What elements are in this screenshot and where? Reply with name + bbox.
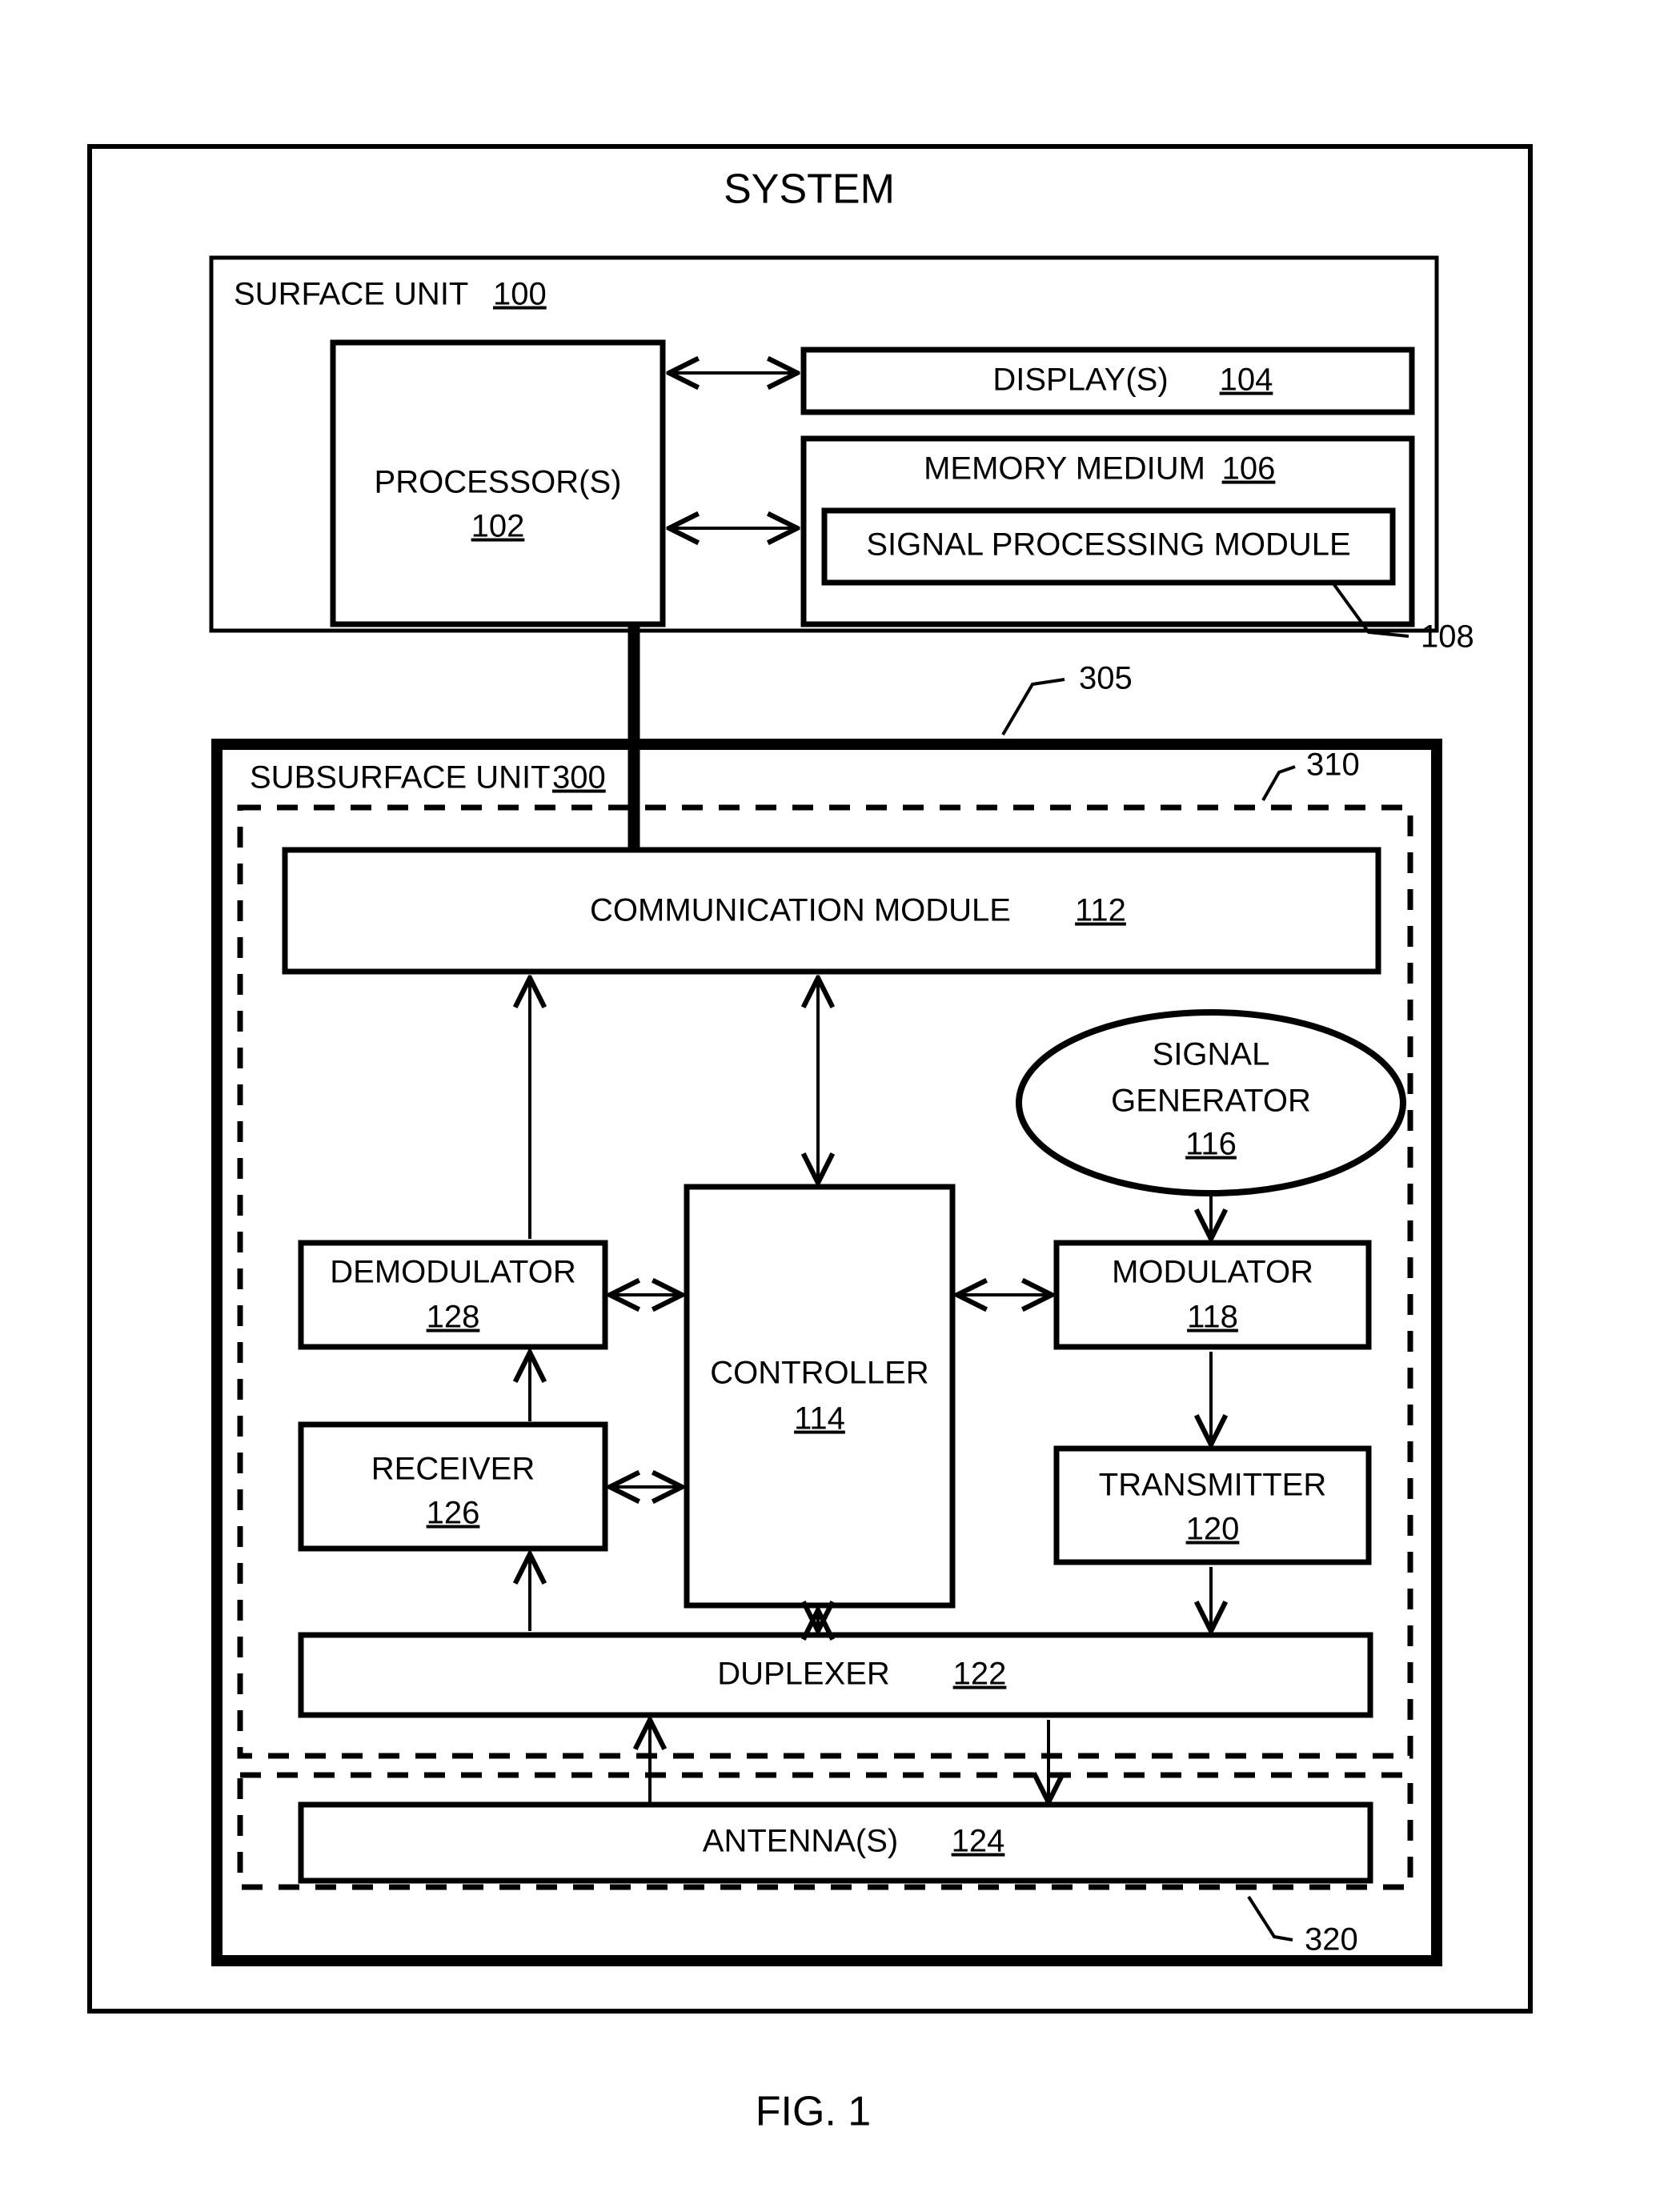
figure-title: SYSTEM: [724, 166, 895, 213]
display-label: DISPLAY(S): [992, 363, 1168, 398]
surface-unit-label: SURFACE UNIT: [234, 277, 468, 312]
patent-figure-diagram: SYSTEM SURFACE UNIT 100 PROCESSOR(S) 102…: [87, 144, 1533, 2135]
receiver-ref: 126: [427, 1496, 480, 1531]
controller-block: [684, 1184, 956, 1609]
region-320-ref: 320: [1305, 1922, 1358, 1958]
display-ref: 104: [1220, 363, 1273, 398]
subsurface-unit-label: SUBSURFACE UNIT: [250, 760, 551, 795]
surface-unit-ref: 100: [493, 277, 547, 312]
memory-medium-ref: 106: [1222, 451, 1276, 487]
antenna-label: ANTENNA(S): [703, 1824, 898, 1859]
processor-label: PROCESSOR(S): [375, 465, 622, 500]
region-310-ref: 310: [1306, 747, 1360, 783]
modulator-label: MODULATOR: [1112, 1255, 1313, 1290]
communication-module-ref: 112: [1075, 893, 1126, 928]
enclosure-305-ref: 305: [1079, 661, 1133, 696]
demodulator-label: DEMODULATOR: [330, 1255, 575, 1290]
duplexer-label: DUPLEXER: [717, 1657, 890, 1692]
subsurface-unit-ref: 300: [552, 760, 606, 795]
controller-label: CONTROLLER: [710, 1356, 928, 1391]
transmitter-label: TRANSMITTER: [1099, 1468, 1326, 1503]
memory-medium-label: MEMORY MEDIUM: [924, 451, 1205, 487]
signal-processing-module-label: SIGNAL PROCESSING MODULE: [866, 527, 1350, 563]
modulator-ref: 118: [1187, 1300, 1238, 1335]
antenna-ref: 124: [952, 1824, 1005, 1859]
duplexer-ref: 122: [953, 1657, 1007, 1692]
signal-generator-ref: 116: [1185, 1127, 1237, 1162]
signal-generator-label-line2: GENERATOR: [1111, 1084, 1311, 1119]
figure-caption: FIG. 1: [756, 2089, 871, 2135]
signal-processing-module-ref: 108: [1421, 619, 1474, 655]
signal-generator-label-line1: SIGNAL: [1153, 1037, 1270, 1072]
demodulator-ref: 128: [427, 1300, 480, 1335]
transmitter-ref: 120: [1186, 1512, 1240, 1547]
controller-ref: 114: [794, 1401, 845, 1437]
receiver-label: RECEIVER: [371, 1452, 535, 1487]
communication-module-label: COMMUNICATION MODULE: [590, 893, 1011, 928]
figure-root: SYSTEM SURFACE UNIT 100 PROCESSOR(S) 102…: [0, 0, 1680, 2188]
processor-ref: 102: [471, 509, 525, 544]
